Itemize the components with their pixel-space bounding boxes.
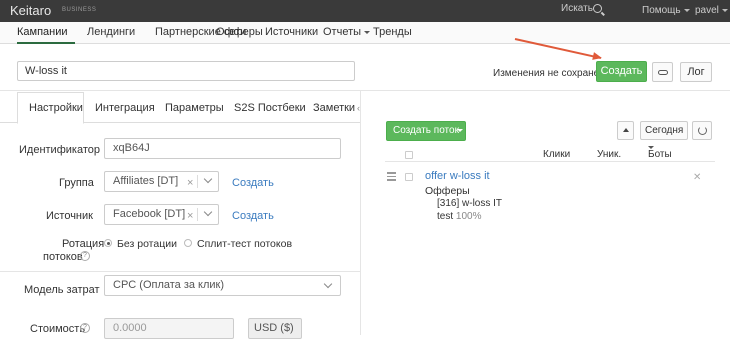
chevron-down-icon — [364, 30, 371, 34]
annotation-arrow-head — [592, 52, 603, 62]
nav-item-landings[interactable]: Лендинги — [87, 26, 135, 38]
link-icon — [658, 70, 668, 75]
tab-settings[interactable]: Настройки — [29, 102, 83, 114]
identifier-input[interactable]: xqB64J — [104, 138, 341, 159]
column-header-clicks[interactable]: Клики — [543, 149, 570, 160]
source-create-link[interactable]: Создать — [232, 210, 274, 222]
nav-item-reports-label: Отчеты — [323, 26, 362, 38]
collapse-button[interactable] — [617, 121, 634, 140]
nav-item-campaigns[interactable]: Кампании — [17, 26, 68, 38]
create-flow-button[interactable]: Создать поток — [386, 121, 466, 141]
rotation-split-label[interactable]: Сплит-тест потоков — [197, 238, 292, 250]
panel-divider — [360, 91, 361, 335]
create-campaign-button[interactable]: Создать — [596, 61, 647, 82]
chevron-down-icon — [323, 279, 333, 289]
rotation-split-radio[interactable] — [184, 239, 192, 247]
nav-item-offers[interactable]: Офферы — [216, 26, 263, 38]
drag-handle-icon[interactable] — [387, 172, 396, 183]
user-menu[interactable]: pavel — [695, 5, 728, 16]
group-create-link[interactable]: Создать — [232, 177, 274, 189]
cost-label: Стоимость — [30, 323, 86, 335]
help-menu-label: Помощь — [642, 5, 681, 16]
tab-notes[interactable]: Заметки — [313, 102, 355, 114]
source-select[interactable]: Facebook [DT] × — [104, 204, 219, 225]
identifier-label: Идентификатор — [19, 144, 100, 156]
cost-model-value: CPC (Оплата за клик) — [113, 279, 225, 291]
cost-model-select[interactable]: CPC (Оплата за клик) — [104, 275, 341, 296]
nav-item-reports[interactable]: Отчеты — [323, 26, 371, 38]
tab-parameters[interactable]: Параметры — [165, 102, 224, 114]
cost-model-label: Модель затрат — [24, 284, 100, 296]
rotation-label: Ротация — [62, 238, 105, 250]
nav-item-trends[interactable]: Тренды — [373, 26, 412, 38]
period-select[interactable]: Сегодня — [640, 121, 688, 149]
source-select-value: Facebook [DT] — [113, 208, 186, 220]
clear-icon[interactable]: × — [187, 174, 193, 193]
currency-select[interactable]: USD ($) — [248, 318, 302, 339]
search-icon[interactable] — [593, 4, 602, 13]
refresh-button[interactable] — [692, 121, 712, 140]
offer-percent: 100% — [455, 211, 482, 222]
clear-icon[interactable]: × — [187, 207, 193, 226]
group-label: Группа — [59, 177, 94, 189]
select-all-checkbox[interactable] — [405, 151, 413, 159]
offers-label: Офферы — [425, 185, 470, 197]
offer-share: test 100% — [437, 211, 481, 222]
offer-name: [316] w-loss IT — [437, 198, 503, 209]
period-select-label: Сегодня — [645, 125, 684, 136]
user-menu-label: pavel — [695, 5, 719, 16]
top-search-button[interactable]: Искать — [561, 3, 593, 14]
group-select-value: Affiliates [DT] — [113, 175, 179, 187]
rotation-label-2: потоков — [43, 251, 83, 263]
main-nav: Кампании Лендинги Партнерские сети Оффер… — [0, 22, 730, 44]
refresh-icon — [698, 126, 707, 135]
chevron-down-icon — [721, 8, 728, 12]
campaign-name-input[interactable]: W-loss it — [17, 61, 355, 81]
help-icon[interactable]: ? — [80, 323, 90, 333]
group-select[interactable]: Affiliates [DT] × — [104, 171, 219, 192]
log-button[interactable]: Лог — [680, 62, 712, 82]
unsaved-changes-text: Изменения не сохранены — [493, 68, 612, 79]
cost-input[interactable]: 0.0000 — [104, 318, 234, 339]
column-header-unique[interactable]: Уник. — [597, 149, 621, 160]
brand-edition: BUSINESS — [62, 7, 97, 13]
brand-logo[interactable]: Keitaro — [10, 3, 51, 18]
campaign-link-button[interactable] — [652, 62, 673, 82]
help-icon[interactable]: ? — [80, 251, 90, 261]
divider — [0, 271, 360, 272]
source-label: Источник — [46, 210, 93, 222]
row-checkbox[interactable] — [405, 173, 413, 181]
column-header-bots[interactable]: Боты — [648, 149, 672, 160]
tab-s2s-postbacks[interactable]: S2S Постбеки — [234, 102, 306, 114]
help-menu[interactable]: Помощь — [642, 5, 690, 16]
close-icon[interactable]: ✕ — [693, 172, 701, 183]
tab-integration[interactable]: Интеграция — [95, 102, 155, 114]
rotation-none-label[interactable]: Без ротации — [117, 238, 177, 250]
select-separator — [197, 175, 198, 188]
chevron-down-icon — [203, 174, 213, 184]
offer-sub: test — [437, 211, 454, 222]
nav-active-indicator — [17, 42, 75, 44]
select-separator — [197, 208, 198, 221]
arrow-up-icon — [623, 128, 629, 132]
nav-item-sources[interactable]: Источники — [265, 26, 318, 38]
rotation-none-radio[interactable] — [104, 239, 112, 247]
chevron-down-icon[interactable] — [457, 129, 463, 132]
currency-value: USD ($) — [254, 322, 294, 334]
flow-name-link[interactable]: offer w-loss it — [425, 170, 490, 182]
table-header-divider — [385, 161, 715, 162]
chevron-down-icon — [683, 8, 690, 12]
top-bar: Keitaro BUSINESS Искать Помощь pavel — [0, 0, 730, 22]
chevron-down-icon — [203, 207, 213, 217]
